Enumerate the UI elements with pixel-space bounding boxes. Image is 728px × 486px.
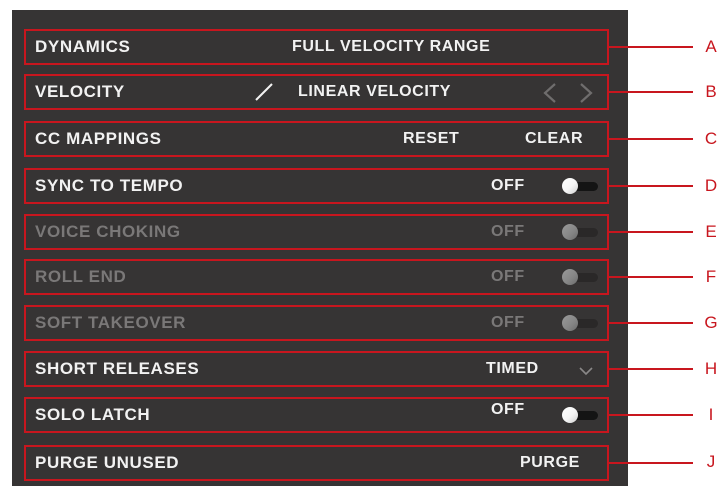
soft-takeover-label: SOFT TAKEOVER xyxy=(35,313,187,332)
callout-g: G xyxy=(704,313,718,332)
voice-choking-label: VOICE CHOKING xyxy=(35,222,181,241)
velocity-value: LINEAR VELOCITY xyxy=(298,83,452,100)
callout-f: F xyxy=(705,267,717,286)
purge-unused-label: PURGE UNUSED xyxy=(35,453,180,472)
callout-a: A xyxy=(705,37,717,56)
velocity-label: VELOCITY xyxy=(35,82,125,101)
toggle-knob xyxy=(562,315,578,331)
voice-choking-state: OFF xyxy=(491,223,525,240)
previous-arrow-icon[interactable] xyxy=(542,82,558,104)
sync-to-tempo-label: SYNC TO TEMPO xyxy=(35,176,184,195)
roll-end-toggle xyxy=(562,269,600,285)
toggle-knob xyxy=(562,224,578,240)
callout-line-d xyxy=(609,185,693,187)
callout-j: J xyxy=(706,452,716,471)
callout-h: H xyxy=(704,359,718,378)
purge-unused-row: PURGE UNUSED PURGE xyxy=(24,445,609,481)
callout-i: I xyxy=(708,405,714,424)
solo-latch-toggle[interactable] xyxy=(562,407,600,423)
solo-latch-state: OFF xyxy=(491,401,525,418)
callout-line-c xyxy=(609,138,693,140)
roll-end-state: OFF xyxy=(491,268,525,285)
callout-line-h xyxy=(609,368,693,370)
cc-mappings-label: CC MAPPINGS xyxy=(35,129,162,148)
callout-d: D xyxy=(704,176,718,195)
callout-line-j xyxy=(609,462,693,464)
callout-line-f xyxy=(609,276,693,278)
short-releases-row[interactable]: SHORT RELEASES TIMED xyxy=(24,351,609,387)
callout-line-i xyxy=(609,414,693,416)
callout-line-a xyxy=(609,46,693,48)
soft-takeover-toggle xyxy=(562,315,600,331)
short-releases-label: SHORT RELEASES xyxy=(35,359,200,378)
cc-mappings-row: CC MAPPINGS RESET CLEAR xyxy=(24,121,609,157)
toggle-knob xyxy=(562,269,578,285)
toggle-knob xyxy=(562,407,578,423)
dynamics-row[interactable]: DYNAMICS FULL VELOCITY RANGE xyxy=(24,29,609,65)
soft-takeover-state: OFF xyxy=(491,314,525,331)
linear-curve-icon xyxy=(255,83,273,101)
callout-line-g xyxy=(609,322,693,324)
callout-b: B xyxy=(705,82,717,101)
roll-end-row: ROLL END OFF xyxy=(24,259,609,295)
callout-e: E xyxy=(705,222,717,241)
purge-button[interactable]: PURGE xyxy=(520,454,580,472)
toggle-knob xyxy=(562,178,578,194)
dynamics-label: DYNAMICS xyxy=(35,37,131,56)
reset-button[interactable]: RESET xyxy=(403,130,459,148)
solo-latch-row[interactable]: SOLO LATCH OFF xyxy=(24,397,609,433)
chevron-down-icon[interactable] xyxy=(579,366,593,376)
clear-button[interactable]: CLEAR xyxy=(525,130,583,148)
callout-line-e xyxy=(609,231,693,233)
sync-to-tempo-row[interactable]: SYNC TO TEMPO OFF xyxy=(24,168,609,204)
next-arrow-icon[interactable] xyxy=(578,82,594,104)
callout-c: C xyxy=(704,129,718,148)
roll-end-label: ROLL END xyxy=(35,267,127,286)
voice-choking-toggle xyxy=(562,224,600,240)
solo-latch-label: SOLO LATCH xyxy=(35,405,151,424)
sync-to-tempo-toggle[interactable] xyxy=(562,178,600,194)
soft-takeover-row: SOFT TAKEOVER OFF xyxy=(24,305,609,341)
short-releases-value[interactable]: TIMED xyxy=(486,360,539,378)
dynamics-value[interactable]: FULL VELOCITY RANGE xyxy=(292,38,490,56)
voice-choking-row: VOICE CHOKING OFF xyxy=(24,214,609,250)
callout-line-b xyxy=(609,91,693,93)
velocity-row[interactable]: VELOCITY LINEAR VELOCITY xyxy=(24,74,609,110)
sync-to-tempo-state: OFF xyxy=(491,177,525,194)
